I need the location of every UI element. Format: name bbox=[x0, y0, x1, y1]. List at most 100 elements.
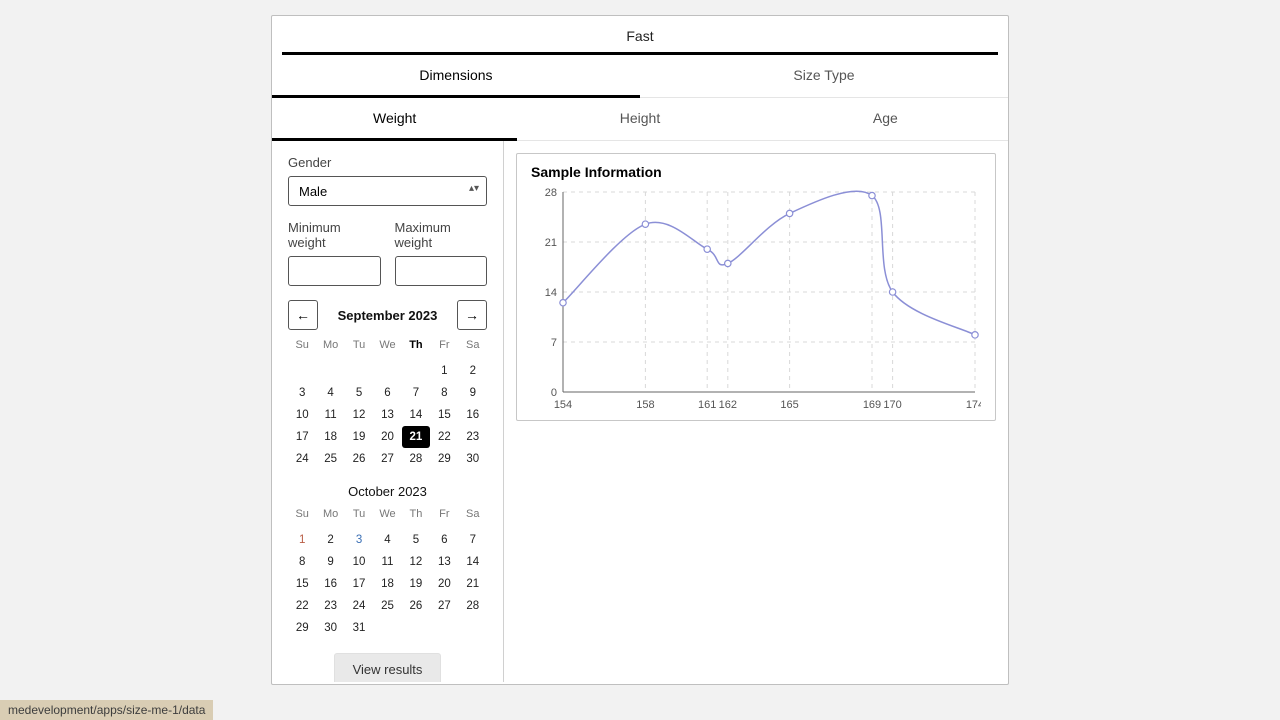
calendar-day[interactable]: 23 bbox=[316, 595, 344, 617]
tab-dimensions[interactable]: Dimensions bbox=[272, 55, 640, 98]
calendar-day[interactable]: 25 bbox=[373, 595, 401, 617]
calendar-day[interactable]: 2 bbox=[316, 529, 344, 551]
svg-text:154: 154 bbox=[554, 399, 572, 411]
calendar-day[interactable]: 3 bbox=[288, 382, 316, 404]
calendar-day[interactable]: 15 bbox=[288, 573, 316, 595]
calendar-day[interactable]: 16 bbox=[459, 404, 487, 426]
calendar-day[interactable]: 28 bbox=[459, 595, 487, 617]
calendar-day[interactable]: 3 bbox=[345, 529, 373, 551]
calendar-day[interactable]: 31 bbox=[345, 617, 373, 639]
calendar-day[interactable]: 27 bbox=[373, 448, 401, 470]
max-weight-input[interactable] bbox=[395, 256, 488, 286]
calendar-day[interactable]: 24 bbox=[288, 448, 316, 470]
calendar-day[interactable]: 30 bbox=[459, 448, 487, 470]
calendar-day[interactable]: 11 bbox=[373, 551, 401, 573]
calendar-day[interactable]: 1 bbox=[430, 360, 458, 382]
calendar-day[interactable]: 13 bbox=[373, 404, 401, 426]
app-title: Fast bbox=[272, 16, 1008, 52]
min-weight-input[interactable] bbox=[288, 256, 381, 286]
svg-text:158: 158 bbox=[636, 399, 654, 411]
calendar-day[interactable]: 26 bbox=[402, 595, 430, 617]
calendar-day[interactable]: 10 bbox=[288, 404, 316, 426]
calendar-day[interactable]: 17 bbox=[288, 426, 316, 448]
body: Gender Male ▴▾ Minimum weight Maximum we… bbox=[272, 141, 1008, 682]
calendar-day[interactable]: 20 bbox=[430, 573, 458, 595]
calendar-day[interactable]: 9 bbox=[316, 551, 344, 573]
calendar-day[interactable]: 12 bbox=[345, 404, 373, 426]
svg-text:28: 28 bbox=[545, 187, 557, 199]
calendar-dow: We bbox=[373, 336, 401, 354]
calendar-day[interactable]: 4 bbox=[373, 529, 401, 551]
svg-text:21: 21 bbox=[545, 237, 557, 249]
main-panel: Sample Information 071421281541581611621… bbox=[504, 141, 1008, 682]
calendar-dow: Sa bbox=[459, 336, 487, 354]
filter-sidebar: Gender Male ▴▾ Minimum weight Maximum we… bbox=[272, 141, 504, 682]
tab-height[interactable]: Height bbox=[517, 98, 762, 140]
calendar-day[interactable]: 29 bbox=[288, 617, 316, 639]
calendar-day[interactable]: 7 bbox=[402, 382, 430, 404]
calendar-day[interactable]: 22 bbox=[288, 595, 316, 617]
main-card: Fast Dimensions Size Type Weight Height … bbox=[271, 15, 1009, 685]
calendar-dow: Sa bbox=[459, 505, 487, 523]
calendar-day[interactable]: 22 bbox=[430, 426, 458, 448]
calendar-day[interactable]: 5 bbox=[345, 382, 373, 404]
calendar-day[interactable]: 23 bbox=[459, 426, 487, 448]
calendar-day[interactable]: 8 bbox=[288, 551, 316, 573]
tab-weight[interactable]: Weight bbox=[272, 98, 517, 141]
calendar-day[interactable]: 28 bbox=[402, 448, 430, 470]
calendar-day[interactable]: 30 bbox=[316, 617, 344, 639]
calendar-day[interactable]: 6 bbox=[373, 382, 401, 404]
calendar-day[interactable]: 14 bbox=[402, 404, 430, 426]
calendar-day[interactable]: 26 bbox=[345, 448, 373, 470]
calendar-day[interactable]: 19 bbox=[402, 573, 430, 595]
calendar-day[interactable]: 7 bbox=[459, 529, 487, 551]
calendar-day[interactable]: 8 bbox=[430, 382, 458, 404]
calendar-day[interactable]: 14 bbox=[459, 551, 487, 573]
calendar-day[interactable]: 5 bbox=[402, 529, 430, 551]
calendar-day[interactable]: 12 bbox=[402, 551, 430, 573]
calendar-dow: Mo bbox=[316, 336, 344, 354]
calendar-dow: Su bbox=[288, 336, 316, 354]
calendar-day[interactable]: 25 bbox=[316, 448, 344, 470]
calendar-day[interactable]: 21 bbox=[402, 426, 430, 448]
calendar-day[interactable]: 1 bbox=[288, 529, 316, 551]
calendar-day[interactable]: 16 bbox=[316, 573, 344, 595]
arrow-left-icon: ← bbox=[296, 307, 310, 323]
calendar-dow: Th bbox=[402, 336, 430, 354]
svg-text:170: 170 bbox=[883, 399, 901, 411]
calendar-day[interactable]: 21 bbox=[459, 573, 487, 595]
calendar-day[interactable]: 9 bbox=[459, 382, 487, 404]
calendar-day[interactable]: 2 bbox=[459, 360, 487, 382]
gender-select[interactable]: Male bbox=[288, 176, 487, 206]
svg-text:174: 174 bbox=[966, 399, 981, 411]
calendar-dow: Th bbox=[402, 505, 430, 523]
calendar-day[interactable]: 27 bbox=[430, 595, 458, 617]
view-results-button[interactable]: View results bbox=[334, 653, 442, 682]
calendar-day[interactable]: 6 bbox=[430, 529, 458, 551]
svg-text:165: 165 bbox=[780, 399, 798, 411]
calendar-day[interactable]: 24 bbox=[345, 595, 373, 617]
calendar-prev-button[interactable]: ← bbox=[288, 300, 318, 330]
calendar-day[interactable]: 13 bbox=[430, 551, 458, 573]
svg-text:169: 169 bbox=[863, 399, 881, 411]
calendar-day[interactable]: 29 bbox=[430, 448, 458, 470]
calendar-day[interactable]: 11 bbox=[316, 404, 344, 426]
tab-age[interactable]: Age bbox=[763, 98, 1008, 140]
calendar-day[interactable]: 17 bbox=[345, 573, 373, 595]
calendar-day[interactable]: 15 bbox=[430, 404, 458, 426]
line-chart: 07142128154158161162165169170174 bbox=[531, 186, 981, 414]
calendar-day[interactable]: 18 bbox=[316, 426, 344, 448]
calendar-day[interactable]: 19 bbox=[345, 426, 373, 448]
calendar-dow: Tu bbox=[345, 505, 373, 523]
min-weight-label: Minimum weight bbox=[288, 220, 381, 250]
calendar-day[interactable]: 20 bbox=[373, 426, 401, 448]
calendar-day[interactable]: 10 bbox=[345, 551, 373, 573]
calendar-day[interactable]: 18 bbox=[373, 573, 401, 595]
svg-text:162: 162 bbox=[719, 399, 737, 411]
status-bar: medevelopment/apps/size-me-1/data bbox=[0, 700, 213, 720]
tab-size-type[interactable]: Size Type bbox=[640, 55, 1008, 97]
calendar-month2-title: October 2023 bbox=[288, 484, 487, 499]
calendar-dow: Su bbox=[288, 505, 316, 523]
calendar-next-button[interactable]: → bbox=[457, 300, 487, 330]
calendar-day[interactable]: 4 bbox=[316, 382, 344, 404]
